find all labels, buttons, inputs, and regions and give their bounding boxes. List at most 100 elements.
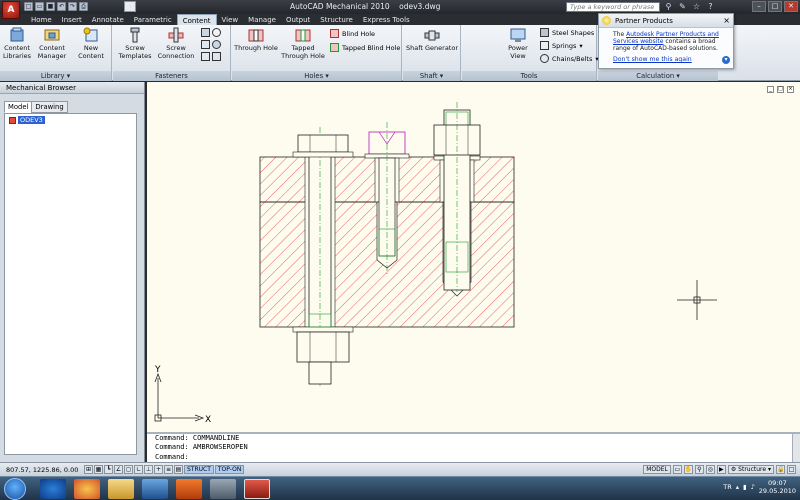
clean-screen-icon[interactable]: □ <box>787 465 796 474</box>
calculation-panel-title[interactable]: Calculation ▾ <box>598 71 718 81</box>
command-scrollbar[interactable] <box>792 434 800 462</box>
start-button[interactable] <box>4 478 26 500</box>
model-space-toggle[interactable]: MODEL <box>643 465 671 474</box>
layout-icon[interactable]: ▭ <box>672 465 682 474</box>
content-manager-button[interactable]: Content Manager <box>35 27 69 60</box>
tab-output[interactable]: Output <box>281 14 315 25</box>
snap-icon[interactable]: ⊞ <box>84 465 93 474</box>
otrack-icon[interactable]: ∟ <box>134 465 143 474</box>
redo-icon[interactable]: ↷ <box>68 2 77 11</box>
polar-icon[interactable]: ∠ <box>114 465 123 474</box>
ortho-icon[interactable]: ┗ <box>104 465 113 474</box>
firefox-icon[interactable] <box>74 479 100 499</box>
tapped-through-hole-button[interactable]: Tapped Through Hole <box>280 27 326 60</box>
struct-toggle[interactable]: STRUCT <box>184 465 214 474</box>
top-on-toggle[interactable]: TOP-ON <box>214 465 245 474</box>
coordinates-readout[interactable]: 807.57, 1225.86, 0.00 <box>6 466 78 474</box>
lineweight-icon[interactable]: ≡ <box>164 465 173 474</box>
tree-root-node[interactable]: ODEV3 <box>9 116 45 124</box>
structure-workspace-dropdown[interactable]: ⚙ Structure ▾ <box>727 465 774 474</box>
tab-insert[interactable]: Insert <box>57 14 87 25</box>
volume-icon[interactable]: ♪ <box>751 483 755 491</box>
command-line[interactable]: Command: COMMANDLINE Command: AMBROWSERO… <box>147 432 800 462</box>
close-button[interactable]: ✕ <box>784 1 798 12</box>
steering-wheel-icon[interactable]: ◎ <box>705 465 715 474</box>
viewport-minimize-icon[interactable]: _ <box>767 86 774 93</box>
workspace-dropdown[interactable]: ▾ <box>124 1 136 12</box>
maximize-button[interactable]: □ <box>768 1 782 12</box>
save-icon[interactable]: ■ <box>46 2 55 11</box>
through-hole-button[interactable]: Through Hole <box>234 27 278 53</box>
quick-properties-icon[interactable]: ▤ <box>174 465 183 474</box>
content-libraries-button[interactable]: Content Libraries <box>2 27 32 60</box>
shaft-panel-title[interactable]: Shaft ▾ <box>403 71 460 81</box>
tab-parametric[interactable]: Parametric <box>129 14 177 25</box>
tapped-blind-hole-button[interactable]: Tapped Blind Hole <box>330 43 400 52</box>
nut-icon[interactable] <box>201 28 210 37</box>
viewport-restore-icon[interactable]: □ <box>777 86 784 93</box>
library-panel-title[interactable]: Library ▾ <box>0 71 111 81</box>
blind-hole-button[interactable]: Blind Hole <box>330 29 375 38</box>
tab-structure[interactable]: Structure <box>315 14 358 25</box>
internet-explorer-icon[interactable] <box>40 479 66 499</box>
steel-shapes-icon <box>540 28 549 37</box>
pin-icon[interactable] <box>201 40 210 49</box>
power-view-button[interactable]: Power View <box>500 27 536 60</box>
search-icon[interactable]: ⚲ <box>663 1 674 12</box>
language-indicator[interactable]: TR <box>723 483 732 491</box>
shaft-generator-button[interactable]: Shaft Generator <box>405 27 459 53</box>
minimize-button[interactable]: – <box>752 1 766 12</box>
drawing-canvas[interactable]: Y X _ □ × <box>147 82 800 432</box>
application-menu-button[interactable]: A <box>2 1 20 19</box>
rivet-icon[interactable] <box>212 40 221 49</box>
taskbar-app-icon[interactable] <box>142 479 168 499</box>
file-explorer-icon[interactable] <box>108 479 134 499</box>
plot-icon[interactable]: ⎙ <box>79 2 88 11</box>
tab-express-tools[interactable]: Express Tools <box>358 14 415 25</box>
fastener-options-icon[interactable] <box>212 52 221 61</box>
tab-home[interactable]: Home <box>26 14 57 25</box>
osnap-icon[interactable]: ◻ <box>124 465 133 474</box>
autocad-taskbar-icon[interactable] <box>244 479 270 499</box>
holes-panel-title[interactable]: Holes ▾ <box>232 71 401 81</box>
springs-button[interactable]: Springs ▾ <box>540 41 583 50</box>
grid-icon[interactable]: ▦ <box>94 465 103 474</box>
tab-view[interactable]: View <box>217 14 244 25</box>
tab-manage[interactable]: Manage <box>243 14 281 25</box>
taskbar-app-icon[interactable] <box>210 479 236 499</box>
tray-arrow-icon[interactable]: ▴ <box>736 483 739 491</box>
tab-model[interactable]: Model <box>4 101 33 113</box>
undo-icon[interactable]: ↶ <box>57 2 66 11</box>
dont-show-again-link[interactable]: Don't show me this again <box>613 56 692 63</box>
screw-templates-button[interactable]: Screw Templates <box>117 27 153 60</box>
expand-down-icon[interactable]: ▾ <box>722 56 730 64</box>
media-player-icon[interactable] <box>176 479 202 499</box>
help-icon[interactable]: ? <box>705 1 716 12</box>
steel-shapes-button[interactable]: Steel Shapes <box>540 28 594 37</box>
communication-center-icon[interactable]: ✎ <box>677 1 688 12</box>
open-icon[interactable]: ▭ <box>35 2 44 11</box>
washer-icon[interactable] <box>212 28 221 37</box>
new-icon[interactable]: □ <box>24 2 33 11</box>
tab-annotate[interactable]: Annotate <box>87 14 129 25</box>
content-libraries-icon <box>10 27 24 42</box>
tab-drawing[interactable]: Drawing <box>31 101 68 113</box>
dyn-icon[interactable]: + <box>154 465 163 474</box>
lock-icon[interactable]: 🔒 <box>776 465 785 474</box>
viewport-close-icon[interactable]: × <box>787 86 794 93</box>
screw-connection-button[interactable]: Screw Connection <box>155 27 197 60</box>
zoom-icon[interactable]: ⚲ <box>694 465 704 474</box>
chains-belts-button[interactable]: Chains/Belts ▾ <box>540 54 599 63</box>
search-input[interactable]: Type a keyword or phrase <box>566 2 660 12</box>
tab-content[interactable]: Content <box>176 14 217 25</box>
showmotion-icon[interactable]: ▶ <box>716 465 726 474</box>
network-icon[interactable]: ▮ <box>743 483 747 491</box>
new-content-button[interactable]: New Content <box>70 27 112 60</box>
favorites-icon[interactable]: ☆ <box>691 1 702 12</box>
clock[interactable]: 09:07 29.05.2010 <box>759 479 796 495</box>
command-input[interactable]: Command: <box>155 453 189 462</box>
bolt-icon[interactable] <box>201 52 210 61</box>
pan-icon[interactable]: ✋ <box>683 465 693 474</box>
ducs-icon[interactable]: ⊥ <box>144 465 153 474</box>
close-icon[interactable]: × <box>723 14 730 28</box>
